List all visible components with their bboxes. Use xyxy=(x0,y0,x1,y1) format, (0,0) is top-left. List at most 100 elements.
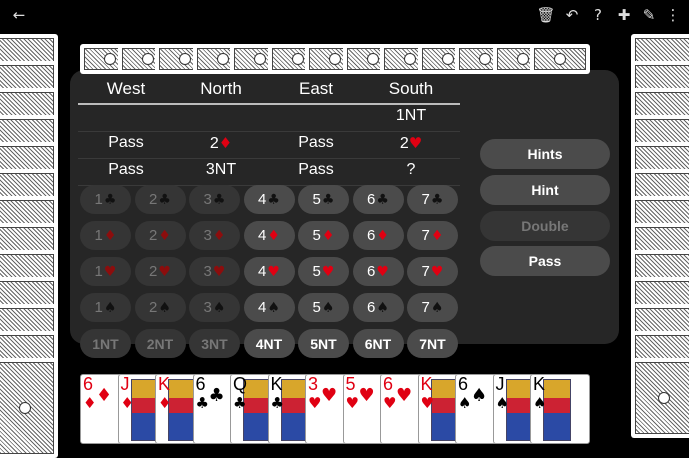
bid-button[interactable]: 6 ♣ xyxy=(352,185,404,214)
west-card-back xyxy=(0,358,58,458)
bid-button[interactable]: 5 ♦ xyxy=(298,221,349,250)
bid-button: 3 ♥ xyxy=(189,257,240,286)
card-suit: ♥ xyxy=(383,394,397,412)
bid-button[interactable]: 7 ♥ xyxy=(407,257,458,286)
header-west: West xyxy=(106,79,146,98)
card-rank: K xyxy=(158,374,171,394)
bid-button[interactable]: 6 ♠ xyxy=(352,293,404,322)
bid-button[interactable]: 4 ♦ xyxy=(243,221,295,250)
header-south: South xyxy=(388,79,434,98)
bid-button: 2 ♣ xyxy=(134,185,186,214)
bid-button[interactable]: 7 ♠ xyxy=(407,293,458,322)
bid-button: 1 ♠ xyxy=(80,293,131,322)
bid-button: 2 ♦ xyxy=(134,221,186,250)
auction-bid: Pass xyxy=(108,134,144,151)
help-icon[interactable]: ? xyxy=(587,4,609,26)
card-rank: 6 xyxy=(195,374,206,394)
card-rank: 6 xyxy=(83,374,94,394)
hint-button[interactable]: Hint xyxy=(480,175,610,205)
auction-row-divider xyxy=(78,131,460,132)
header-east: East xyxy=(298,79,334,98)
bid-button[interactable]: 6 ♦ xyxy=(352,221,404,250)
bid-button[interactable]: 5NT xyxy=(298,329,349,358)
bid-button[interactable]: 5 ♥ xyxy=(298,257,349,286)
face-card-art xyxy=(543,379,571,441)
bidding-panel: West North East South 1NT Pass 2♦ Pass 2♥ Pas… xyxy=(70,70,619,358)
card-rank: 6 xyxy=(383,374,394,394)
card-suit: ♦ xyxy=(83,394,97,412)
card-pip: ♥ xyxy=(396,385,413,406)
bid-button[interactable]: 6 ♥ xyxy=(352,257,404,286)
card-rank: 5 xyxy=(345,374,356,394)
card-suit: ♦ xyxy=(120,394,134,412)
card-suit: ♠ xyxy=(458,394,472,412)
bid-button: 2 ♥ xyxy=(134,257,186,286)
card-suit: ♥ xyxy=(345,394,359,412)
hints-button[interactable]: Hints xyxy=(480,139,610,169)
card-pip: ♣ xyxy=(208,385,225,406)
card-suit: ♥ xyxy=(308,394,322,412)
auction-bid: 2♥ xyxy=(399,134,423,152)
card-pip: ♠ xyxy=(471,385,488,406)
bid-button: 3 ♠ xyxy=(189,293,240,322)
auction-bid: Pass xyxy=(298,161,334,178)
bid-button: 3 ♦ xyxy=(189,221,240,250)
card-suit: ♣ xyxy=(233,394,247,412)
bid-button[interactable]: 4 ♠ xyxy=(243,293,295,322)
north-card-back xyxy=(530,44,590,74)
card-suit: ♣ xyxy=(195,394,209,412)
bid-button: 2NT xyxy=(134,329,186,358)
bid-button: 1NT xyxy=(80,329,131,358)
auction-bid: Pass xyxy=(298,134,334,151)
bid-button[interactable]: 6NT xyxy=(352,329,404,358)
card-rank: Q xyxy=(233,374,248,394)
bid-button[interactable]: 4NT xyxy=(243,329,295,358)
bid-button[interactable]: 7NT xyxy=(407,329,458,358)
card-suit: ♠ xyxy=(533,394,547,412)
double-button: Double xyxy=(480,211,610,241)
pass-button[interactable]: Pass xyxy=(480,246,610,276)
bid-button: 1 ♦ xyxy=(80,221,131,250)
bid-button: 1 ♥ xyxy=(80,257,131,286)
auction-row-divider xyxy=(78,158,460,159)
bid-button: 1 ♣ xyxy=(80,185,131,214)
card-pip: ♦ xyxy=(96,385,113,406)
bid-button[interactable]: 4 ♣ xyxy=(243,185,295,214)
card-pip: ♥ xyxy=(358,385,375,406)
card-rank: 6 xyxy=(458,374,469,394)
bid-button: 3NT xyxy=(189,329,240,358)
auction-bid: 3NT xyxy=(205,161,237,178)
card-rank: K xyxy=(533,374,546,394)
bid-button[interactable]: 7 ♦ xyxy=(407,221,458,250)
hand-card[interactable]: K ♠ xyxy=(530,374,590,444)
east-card-back xyxy=(631,358,689,438)
back-arrow-icon[interactable]: ← xyxy=(8,4,30,26)
auction-bid: 2♦ xyxy=(209,134,233,152)
card-suit: ♦ xyxy=(158,394,172,412)
card-suit: ♠ xyxy=(495,394,509,412)
header-divider xyxy=(78,103,460,105)
card-suit: ♥ xyxy=(420,394,434,412)
card-rank: J xyxy=(120,374,130,394)
card-pip: ♥ xyxy=(321,385,338,406)
add-icon[interactable]: ✚ xyxy=(613,4,635,26)
bid-button[interactable]: 7 ♣ xyxy=(407,185,458,214)
undo-icon[interactable]: ↶ xyxy=(561,4,583,26)
auction-bid: 1NT xyxy=(395,107,427,124)
bid-button[interactable]: 5 ♠ xyxy=(298,293,349,322)
trash-icon[interactable]: 🗑 xyxy=(535,4,557,26)
card-rank: K xyxy=(420,374,433,394)
card-rank: K xyxy=(270,374,283,394)
bid-button: 2 ♠ xyxy=(134,293,186,322)
auction-bid: ? xyxy=(406,161,416,178)
bid-button[interactable]: 5 ♣ xyxy=(298,185,349,214)
bid-button[interactable]: 4 ♥ xyxy=(243,257,295,286)
face-card-art xyxy=(168,379,196,441)
edit-icon[interactable]: ✎ xyxy=(638,4,660,26)
card-suit: ♣ xyxy=(270,394,284,412)
card-rank: 3 xyxy=(308,374,319,394)
more-options-icon[interactable]: ⋮ xyxy=(662,4,684,26)
face-card-art xyxy=(243,379,271,441)
top-toolbar: ← 🗑 ↶ ? ✚ ✎ ⋮ xyxy=(0,0,689,30)
auction-bid: Pass xyxy=(108,161,144,178)
